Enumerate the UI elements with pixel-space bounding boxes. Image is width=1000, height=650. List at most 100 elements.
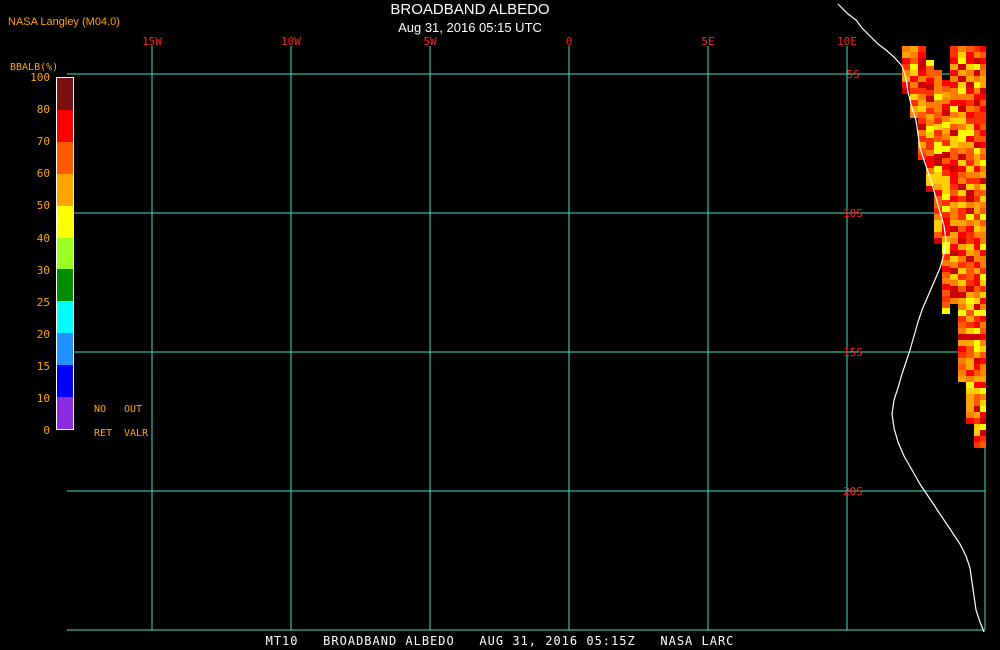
swath-cell — [918, 106, 926, 112]
swath-cell — [980, 130, 986, 136]
swath-cell — [980, 406, 986, 412]
swath-cell — [934, 118, 942, 124]
swath-cell — [934, 232, 942, 238]
swath-cell — [918, 64, 926, 70]
albedo-swath — [902, 46, 986, 448]
longitude-label: 15W — [142, 35, 162, 48]
swath-cell — [950, 292, 958, 298]
swath-cell — [980, 238, 986, 244]
swath-cell — [958, 124, 966, 130]
swath-cell — [950, 178, 958, 184]
swath-cell — [950, 250, 958, 256]
swath-cell — [958, 358, 966, 364]
swath-cell — [950, 190, 958, 196]
swath-cell — [980, 184, 986, 190]
swath-cell — [958, 82, 966, 88]
swath-cell — [980, 346, 986, 352]
swath-cell — [958, 238, 966, 244]
swath-cell — [958, 298, 966, 304]
swath-cell — [966, 286, 974, 292]
swath-cell — [980, 286, 986, 292]
swath-cell — [980, 262, 986, 268]
swath-cell — [980, 70, 986, 76]
swath-cell — [942, 146, 950, 152]
colorbar-cell — [57, 78, 73, 110]
swath-cell — [966, 262, 974, 268]
latitude-label: 15S — [843, 346, 863, 359]
swath-cell — [980, 142, 986, 148]
swath-cell — [958, 256, 966, 262]
swath-cell — [950, 262, 958, 268]
swath-cell — [934, 94, 942, 100]
swath-cell — [926, 138, 934, 144]
swath-cell — [958, 118, 966, 124]
swath-cell — [980, 196, 986, 202]
swath-cell — [958, 88, 966, 94]
swath-cell — [950, 148, 958, 154]
swath-cell — [934, 88, 942, 94]
swath-cell — [942, 278, 950, 284]
swath-cell — [966, 124, 974, 130]
swath-cell — [950, 280, 958, 286]
swath-cell — [950, 70, 958, 76]
swath-cell — [950, 136, 958, 142]
swath-cell — [934, 136, 942, 142]
swath-cell — [958, 310, 966, 316]
swath-cell — [950, 46, 958, 52]
swath-cell — [980, 298, 986, 304]
swath-cell — [902, 58, 910, 64]
swath-cell — [958, 346, 966, 352]
swath-cell — [926, 132, 934, 138]
swath-cell — [966, 334, 974, 340]
swath-cell — [966, 64, 974, 70]
longitude-label: 0 — [566, 35, 573, 48]
swath-cell — [958, 322, 966, 328]
swath-cell — [958, 70, 966, 76]
swath-cell — [958, 280, 966, 286]
swath-cell — [966, 412, 974, 418]
swath-cell — [980, 208, 986, 214]
swath-cell — [958, 148, 966, 154]
latitude-label: 10S — [843, 207, 863, 220]
swath-cell — [958, 286, 966, 292]
footer-caption: MT10 BROADBAND ALBEDO AUG 31, 2016 05:15… — [265, 634, 735, 648]
swath-cell — [910, 64, 918, 70]
swath-cell — [966, 58, 974, 64]
colorbar-tick-label: 80 — [36, 103, 50, 117]
swath-cell — [966, 304, 974, 310]
swath-cell — [934, 142, 942, 148]
swath-cell — [966, 274, 974, 280]
swath-cell — [958, 208, 966, 214]
swath-cell — [902, 82, 910, 88]
swath-cell — [980, 244, 986, 250]
swath-cell — [958, 334, 966, 340]
swath-cell — [950, 196, 958, 202]
swath-cell — [926, 90, 934, 96]
swath-cell — [980, 328, 986, 334]
swath-cell — [934, 166, 942, 172]
swath-cell — [966, 142, 974, 148]
longitude-label: 5E — [701, 35, 714, 48]
swath-cell — [942, 182, 950, 188]
longitude-labels: 15W 10W 5W 0 5E 10E — [142, 35, 857, 48]
swath-cell — [958, 250, 966, 256]
swath-cell — [958, 166, 966, 172]
swath-cell — [926, 162, 934, 168]
swath-cell — [966, 340, 974, 346]
swath-cell — [966, 292, 974, 298]
swath-cell — [958, 304, 966, 310]
swath-cell — [934, 112, 942, 118]
swath-cell — [980, 364, 986, 370]
no-ret-label-top: NO — [94, 404, 107, 415]
swath-cell — [926, 72, 934, 78]
swath-cell — [966, 232, 974, 238]
swath-cell — [942, 302, 950, 308]
swath-cell — [980, 100, 986, 106]
swath-cell — [950, 268, 958, 274]
swath-cell — [980, 226, 986, 232]
swath-cell — [966, 280, 974, 286]
colorbar-tick-label: 70 — [36, 135, 50, 149]
colorbar-tick-label: 60 — [36, 167, 50, 181]
swath-cell — [950, 130, 958, 136]
no-ret-label-bottom: RET — [94, 428, 113, 439]
